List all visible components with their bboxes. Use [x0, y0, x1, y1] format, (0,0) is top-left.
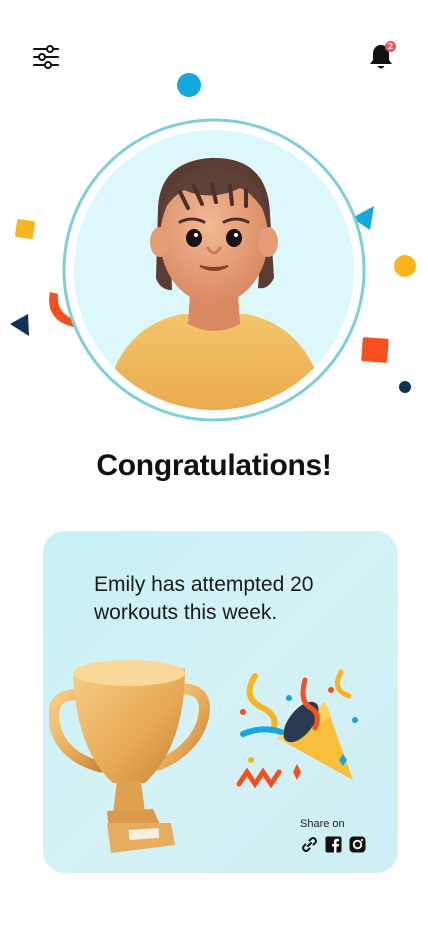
party-popper-icon — [236, 669, 358, 789]
link-icon[interactable] — [300, 835, 318, 853]
trophy-icon — [49, 660, 210, 853]
share-label: Share on — [300, 818, 345, 830]
notification-badge: 2 — [385, 41, 396, 52]
facebook-icon[interactable] — [324, 835, 342, 853]
achievement-message: Emily has attempted 20 workouts this wee… — [94, 573, 314, 624]
page-title: Congratulations! — [96, 449, 332, 482]
congratulations-screen: 2 Congratulations! Emily has attempted 2… — [0, 0, 428, 926]
achievement-card: Emily has attempted 20 workouts this wee… — [43, 531, 398, 873]
user-avatar — [62, 118, 366, 422]
share-icons — [300, 835, 366, 853]
instagram-icon[interactable] — [348, 835, 366, 853]
